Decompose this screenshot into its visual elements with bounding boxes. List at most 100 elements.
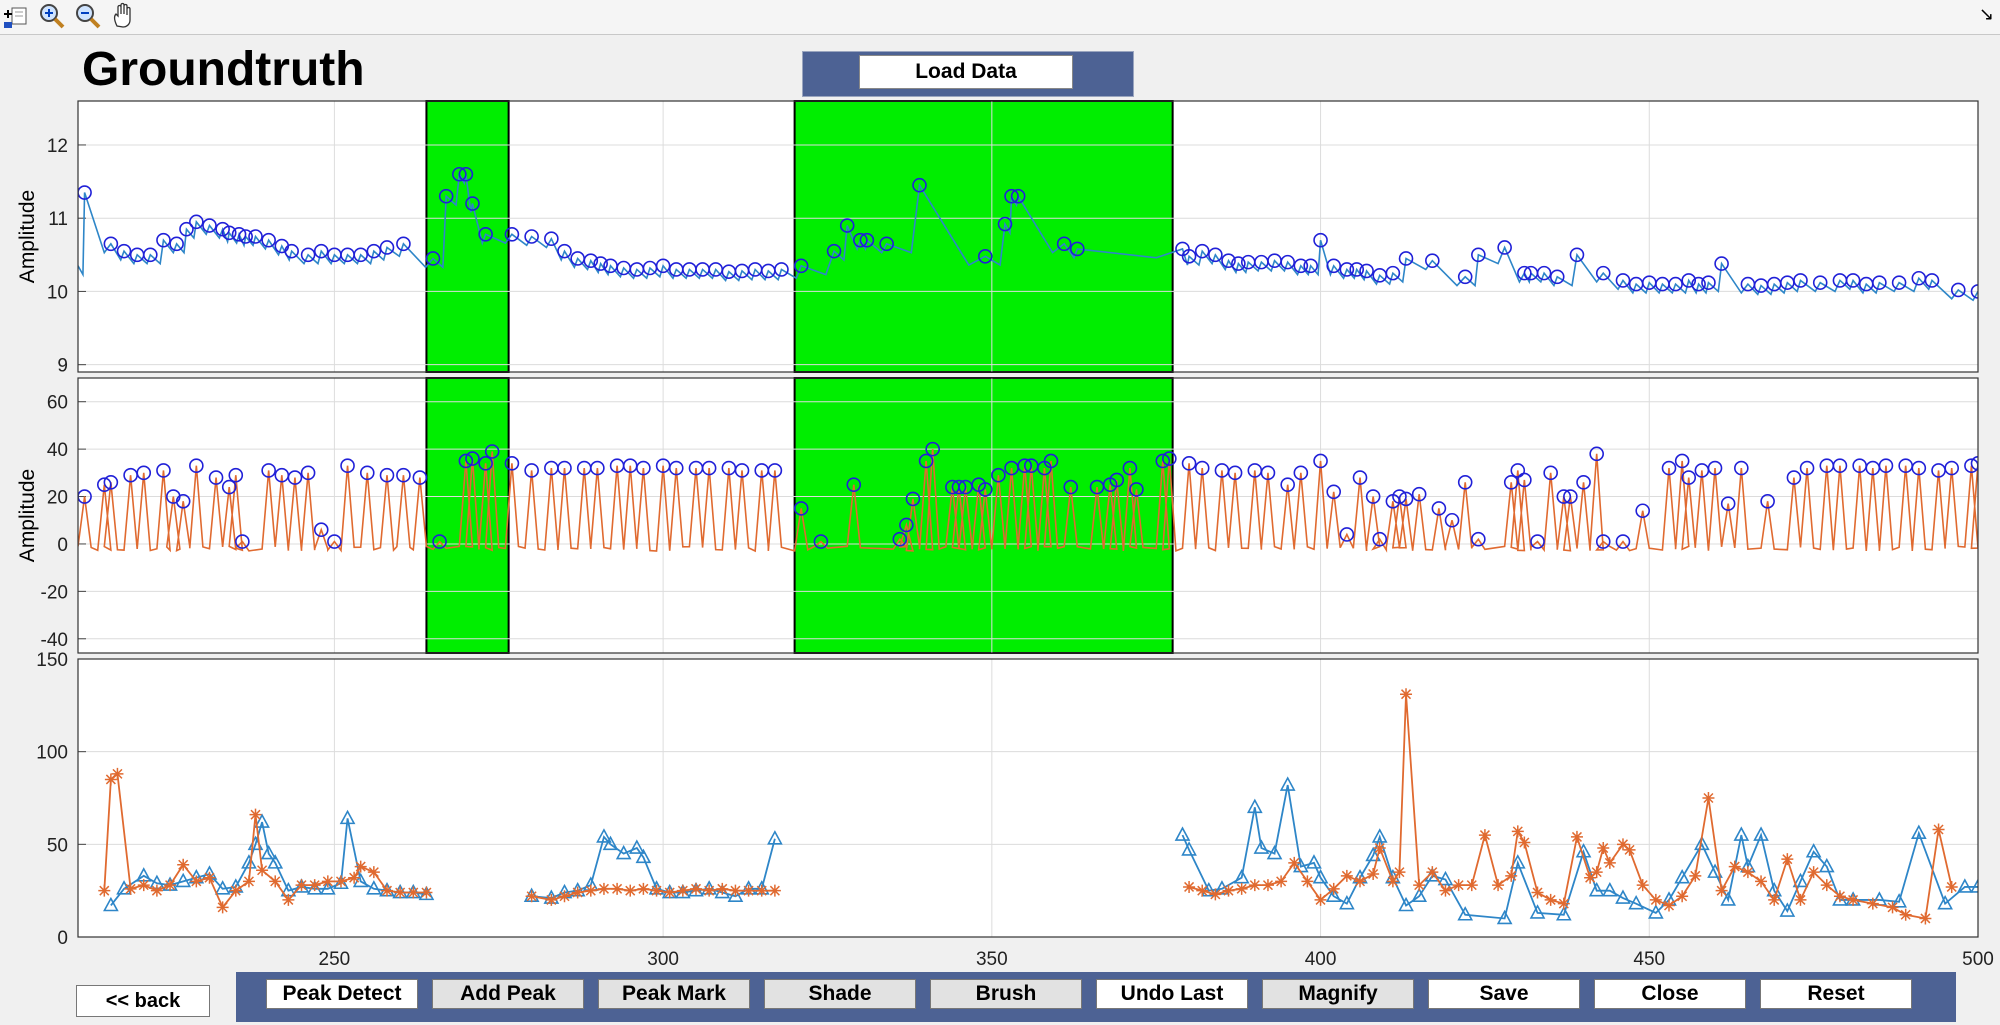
y-tick-label: 40 xyxy=(47,440,68,461)
asterisk-marker xyxy=(716,882,729,895)
x-tick-label: 400 xyxy=(1305,949,1337,970)
asterisk-marker xyxy=(1465,879,1478,892)
asterisk-marker xyxy=(282,893,295,906)
asterisk-marker xyxy=(348,871,361,884)
add-peak-button[interactable]: Add Peak xyxy=(432,979,584,1009)
asterisk-marker xyxy=(216,901,229,914)
asterisk-marker xyxy=(1932,823,1945,836)
asterisk-marker xyxy=(1386,875,1399,888)
asterisk-marker xyxy=(177,858,190,871)
asterisk-marker xyxy=(703,884,716,897)
y-tick-label: 12 xyxy=(47,136,68,157)
shaded-region xyxy=(793,377,1174,654)
asterisk-marker xyxy=(676,884,689,897)
asterisk-marker xyxy=(1531,886,1544,899)
asterisk-marker xyxy=(394,886,407,899)
close-button[interactable]: Close xyxy=(1594,979,1746,1009)
asterisk-marker xyxy=(137,879,150,892)
x-tick-label: 250 xyxy=(319,949,351,970)
asterisk-marker xyxy=(1367,867,1380,880)
asterisk-marker xyxy=(1183,880,1196,893)
asterisk-marker xyxy=(1196,884,1209,897)
shaded-region xyxy=(425,100,510,373)
asterisk-marker xyxy=(1400,688,1413,701)
y-tick-label: 11 xyxy=(48,209,68,230)
charts-area[interactable]: 9 10 11 12 Amplitude -40 -20 0 20 40 60 Amplitude 0 5… xyxy=(0,0,2000,1025)
asterisk-marker xyxy=(1623,843,1636,856)
asterisk-marker xyxy=(380,884,393,897)
save-button[interactable]: Save xyxy=(1428,979,1580,1009)
y-tick-label: 0 xyxy=(57,928,68,949)
asterisk-marker xyxy=(1649,893,1662,906)
asterisk-marker xyxy=(1741,866,1754,879)
asterisk-marker xyxy=(584,884,597,897)
y-tick-label: 20 xyxy=(47,488,68,509)
asterisk-marker xyxy=(1866,897,1879,910)
asterisk-marker xyxy=(407,886,420,899)
asterisk-marker xyxy=(242,875,255,888)
asterisk-marker xyxy=(249,808,262,821)
shade-button[interactable]: Shade xyxy=(764,979,916,1009)
y-tick-label: 50 xyxy=(47,835,68,856)
asterisk-marker xyxy=(1794,893,1807,906)
brush-button[interactable]: Brush xyxy=(930,979,1082,1009)
asterisk-marker xyxy=(1426,866,1439,879)
asterisk-marker xyxy=(545,893,558,906)
action-button-bar: Peak Detect Add Peak Peak Mark Shade Bru… xyxy=(236,972,1956,1022)
asterisk-marker xyxy=(1248,879,1261,892)
asterisk-marker xyxy=(1235,882,1248,895)
asterisk-marker xyxy=(1919,912,1932,925)
x-tick-label: 350 xyxy=(976,949,1008,970)
y-tick-label: 9 xyxy=(57,356,68,377)
asterisk-marker xyxy=(1603,856,1616,869)
chart-panel-2: -40 -20 0 20 40 60 Amplitude xyxy=(16,377,1979,654)
asterisk-marker xyxy=(321,875,334,888)
x-tick-label: 300 xyxy=(647,949,679,970)
asterisk-marker xyxy=(1518,836,1531,849)
asterisk-marker xyxy=(1327,882,1340,895)
asterisk-marker xyxy=(755,884,768,897)
asterisk-marker xyxy=(1781,853,1794,866)
asterisk-marker xyxy=(558,890,571,903)
asterisk-marker xyxy=(1288,856,1301,869)
back-button[interactable]: << back xyxy=(76,985,210,1017)
asterisk-marker xyxy=(611,882,624,895)
asterisk-marker xyxy=(1222,884,1235,897)
asterisk-marker xyxy=(98,884,111,897)
asterisk-marker xyxy=(1847,893,1860,906)
asterisk-marker xyxy=(1478,829,1491,842)
asterisk-marker xyxy=(768,884,781,897)
asterisk-marker xyxy=(571,886,584,899)
x-tick-label: 500 xyxy=(1962,949,1994,970)
asterisk-marker xyxy=(1636,879,1649,892)
peak-detect-button[interactable]: Peak Detect xyxy=(266,979,418,1009)
asterisk-marker xyxy=(1702,792,1715,804)
asterisk-marker xyxy=(1768,893,1781,906)
asterisk-marker xyxy=(295,879,308,892)
asterisk-marker xyxy=(1886,901,1899,914)
asterisk-marker xyxy=(1663,899,1675,912)
asterisk-marker xyxy=(1544,893,1557,906)
reset-button[interactable]: Reset xyxy=(1760,979,1912,1009)
asterisk-marker xyxy=(1807,866,1820,879)
asterisk-marker xyxy=(1413,879,1426,892)
asterisk-marker xyxy=(1676,890,1689,903)
asterisk-marker xyxy=(1557,897,1570,910)
plot-background xyxy=(78,659,1978,937)
asterisk-marker xyxy=(150,884,163,897)
asterisk-marker xyxy=(1833,890,1846,903)
asterisk-marker xyxy=(367,866,380,879)
asterisk-marker xyxy=(1570,830,1583,843)
asterisk-marker xyxy=(256,864,269,877)
asterisk-marker xyxy=(742,884,755,897)
asterisk-marker xyxy=(269,875,282,888)
peak-mark-button[interactable]: Peak Mark xyxy=(598,979,750,1009)
asterisk-marker xyxy=(1301,875,1314,888)
asterisk-marker xyxy=(1511,825,1524,838)
y-tick-label: 150 xyxy=(36,650,68,671)
asterisk-marker xyxy=(650,884,663,897)
asterisk-marker xyxy=(124,882,137,895)
undo-last-button[interactable]: Undo Last xyxy=(1096,979,1248,1009)
y-tick-label: 60 xyxy=(47,393,68,414)
magnify-button[interactable]: Magnify xyxy=(1262,979,1414,1009)
